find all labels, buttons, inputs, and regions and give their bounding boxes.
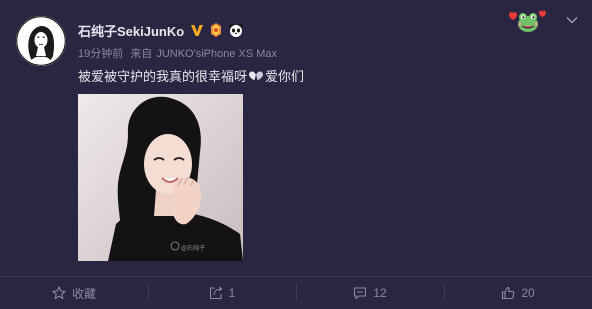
favorite-button[interactable]: 收藏 <box>0 277 148 309</box>
chevron-down-icon[interactable] <box>566 16 578 24</box>
photo-watermark: @石纯子 <box>181 246 206 252</box>
v-badge-icon[interactable] <box>190 23 204 37</box>
comment-count: 12 <box>373 286 387 300</box>
comment-icon <box>354 287 367 300</box>
action-bar: 收藏 1 12 20 <box>0 276 592 309</box>
weibo-post-card: 石纯子SekiJunKo 19分钟前 来自 JUNKO'siPhone XS Ma… <box>0 0 592 309</box>
source-prefix: 来自 <box>130 48 153 60</box>
post-meta: 19分钟前 来自 JUNKO'siPhone XS Max <box>78 45 281 61</box>
frog-sticker-icon[interactable] <box>505 5 549 33</box>
repost-count: 1 <box>228 286 236 300</box>
username-row: 石纯子SekiJunKo <box>78 21 244 39</box>
post-text-part1: 被爱被守护的我真的很幸福呀 <box>78 70 248 85</box>
repost-icon <box>209 286 223 300</box>
post-source[interactable]: JUNKO'siPhone XS Max <box>156 48 277 60</box>
heart-icon <box>249 71 264 80</box>
thumbs-up-icon <box>502 286 515 300</box>
fan-badge-icon[interactable] <box>208 22 224 38</box>
comment-button[interactable]: 12 <box>296 277 444 309</box>
like-count: 20 <box>521 286 535 300</box>
star-icon <box>52 286 66 300</box>
like-button[interactable]: 20 <box>444 277 592 309</box>
post-timestamp[interactable]: 19分钟前 <box>78 48 123 60</box>
username[interactable]: 石纯子SekiJunKo <box>78 21 184 40</box>
post-text: 被爱被守护的我真的很幸福呀 爱你们 <box>78 66 304 85</box>
post-photo[interactable]: @石纯子 <box>78 94 243 261</box>
panda-icon[interactable] <box>228 22 244 38</box>
post-text-part2: 爱你们 <box>265 70 305 85</box>
favorite-label: 收藏 <box>71 286 96 301</box>
repost-button[interactable]: 1 <box>148 277 296 309</box>
user-avatar[interactable] <box>16 16 66 66</box>
